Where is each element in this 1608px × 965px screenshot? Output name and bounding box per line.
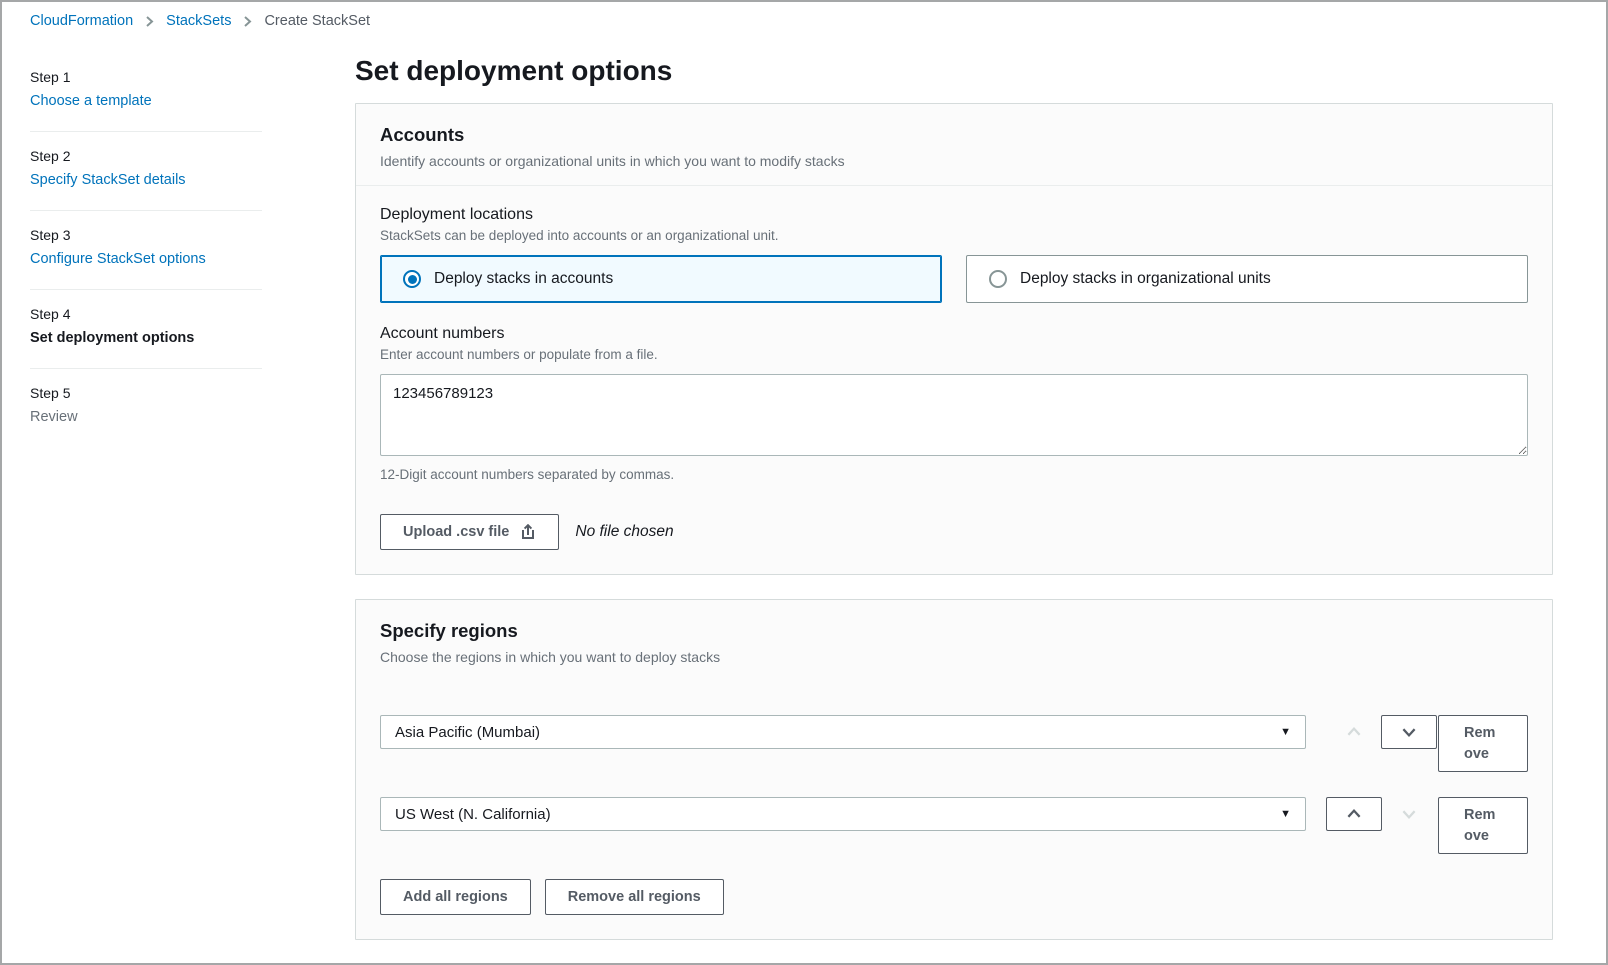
move-down-button-1[interactable]	[1381, 797, 1437, 831]
region-row-0: Asia Pacific (Mumbai) ▼ Remove	[380, 715, 1528, 772]
move-down-button-0[interactable]	[1381, 715, 1437, 749]
step-link-stackset-options[interactable]: Configure StackSet options	[30, 251, 262, 267]
region-select-0-value: Asia Pacific (Mumbai)	[395, 724, 540, 741]
region-actions: Add all regions Remove all regions	[380, 879, 1528, 915]
radio-selected-icon	[403, 270, 421, 288]
account-numbers-description: Enter account numbers or populate from a…	[380, 347, 1528, 362]
upload-csv-button[interactable]: Upload .csv file	[380, 514, 559, 550]
step-1: Step 1 Choose a template	[30, 53, 262, 132]
move-up-button-0[interactable]	[1326, 715, 1382, 749]
step-current-deployment-options: Set deployment options	[30, 330, 262, 346]
page-title: Set deployment options	[355, 55, 1553, 87]
region-select-0[interactable]: Asia Pacific (Mumbai) ▼	[380, 715, 1306, 749]
step-link-choose-template[interactable]: Choose a template	[30, 93, 262, 109]
region-select-1[interactable]: US West (N. California) ▼	[380, 797, 1306, 831]
wizard-steps: Step 1 Choose a template Step 2 Specify …	[30, 53, 262, 447]
step-number: Step 5	[30, 385, 262, 401]
radio-tile-deploy-organizational-units[interactable]: Deploy stacks in organizational units	[966, 255, 1528, 303]
remove-region-label: Remove	[1464, 805, 1502, 847]
radio-label: Deploy stacks in organizational units	[1020, 270, 1271, 288]
chevron-right-icon	[242, 15, 253, 28]
move-button-group	[1326, 797, 1437, 831]
breadcrumb-stacksets[interactable]: StackSets	[166, 13, 231, 29]
add-all-regions-button[interactable]: Add all regions	[380, 879, 531, 915]
file-chosen-status: No file chosen	[575, 523, 673, 541]
accounts-card-header: Accounts Identify accounts or organizati…	[356, 104, 1552, 186]
breadcrumb: CloudFormation StackSets Create StackSet	[0, 0, 1608, 37]
step-number: Step 2	[30, 148, 262, 164]
move-up-button-1[interactable]	[1326, 797, 1382, 831]
account-numbers-hint: 12-Digit account numbers separated by co…	[380, 467, 1528, 482]
step-4: Step 4 Set deployment options	[30, 290, 262, 369]
remove-all-regions-button[interactable]: Remove all regions	[545, 879, 724, 915]
step-link-stackset-details[interactable]: Specify StackSet details	[30, 172, 262, 188]
upload-icon	[520, 524, 536, 540]
chevron-right-icon	[144, 15, 155, 28]
deployment-location-options: Deploy stacks in accounts Deploy stacks …	[380, 255, 1528, 303]
step-number: Step 3	[30, 227, 262, 243]
breadcrumb-current: Create StackSet	[264, 13, 370, 29]
radio-unselected-icon	[989, 270, 1007, 288]
accounts-card-title: Accounts	[380, 124, 1528, 146]
region-row-1: US West (N. California) ▼ Remove	[380, 797, 1528, 854]
region-select-1-value: US West (N. California)	[395, 806, 551, 823]
deployment-locations-label: Deployment locations	[380, 206, 1528, 224]
step-5: Step 5 Review	[30, 369, 262, 447]
radio-tile-deploy-accounts[interactable]: Deploy stacks in accounts	[380, 255, 942, 303]
remove-region-button-0[interactable]: Remove	[1438, 715, 1528, 772]
account-numbers-input[interactable]: 123456789123	[380, 374, 1528, 456]
step-upcoming-review: Review	[30, 409, 262, 425]
regions-card-header: Specify regions Choose the regions in wh…	[356, 600, 1552, 681]
remove-region-button-1[interactable]: Remove	[1438, 797, 1528, 854]
move-button-group	[1326, 715, 1437, 749]
account-numbers-label: Account numbers	[380, 325, 1528, 343]
regions-card-title: Specify regions	[380, 620, 1528, 642]
caret-down-icon: ▼	[1280, 727, 1291, 738]
step-3: Step 3 Configure StackSet options	[30, 211, 262, 290]
accounts-card-subtitle: Identify accounts or organizational unit…	[380, 153, 1528, 169]
step-2: Step 2 Specify StackSet details	[30, 132, 262, 211]
regions-card-subtitle: Choose the regions in which you want to …	[380, 649, 1528, 665]
caret-down-icon: ▼	[1280, 809, 1291, 820]
breadcrumb-cloudformation[interactable]: CloudFormation	[30, 13, 133, 29]
deployment-locations-description: StackSets can be deployed into accounts …	[380, 228, 1528, 243]
radio-label: Deploy stacks in accounts	[434, 270, 613, 288]
step-number: Step 1	[30, 69, 262, 85]
remove-region-label: Remove	[1464, 723, 1502, 765]
upload-csv-button-label: Upload .csv file	[403, 523, 509, 541]
step-number: Step 4	[30, 306, 262, 322]
accounts-card: Accounts Identify accounts or organizati…	[355, 103, 1553, 575]
regions-card: Specify regions Choose the regions in wh…	[355, 599, 1553, 940]
upload-row: Upload .csv file No file chosen	[380, 514, 1528, 550]
